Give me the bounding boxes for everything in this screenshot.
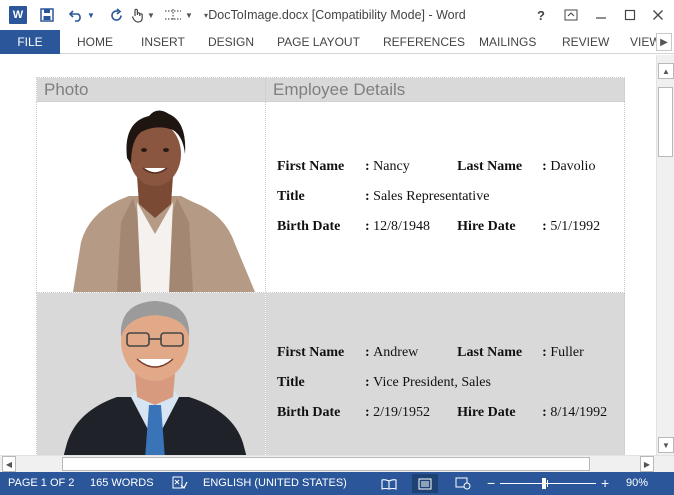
maximize-icon[interactable] <box>617 4 643 26</box>
print-layout-icon[interactable] <box>412 474 438 493</box>
ribbon-tabs: FILE HOME INSERT DESIGN PAGE LAYOUT REFE… <box>0 30 674 54</box>
zoom-out-button[interactable]: − <box>487 472 495 495</box>
scroll-left-icon[interactable]: ◀ <box>2 456 16 472</box>
vertical-scroll-thumb[interactable] <box>658 87 673 157</box>
zoom-slider-track[interactable] <box>500 483 596 484</box>
horizontal-scrollbar[interactable]: ◀ ▶ <box>0 455 674 472</box>
separator: : <box>365 159 370 174</box>
separator: : <box>365 189 370 204</box>
tab-references[interactable]: REFERENCES <box>383 30 465 54</box>
detail-row-dates: Birth Date : 2/19/1952 Hire Date : 8/14/… <box>277 398 624 428</box>
scroll-up-icon[interactable]: ▲ <box>658 63 674 79</box>
last-name-label: Last Name <box>457 345 523 360</box>
word-app-icon[interactable]: W <box>9 6 27 24</box>
borders-dropdown-icon[interactable]: ▼ <box>184 5 194 25</box>
tab-home[interactable]: HOME <box>77 30 113 54</box>
header-photo: Photo <box>36 77 266 102</box>
borders-icon[interactable] <box>162 5 184 25</box>
proofing-icon[interactable] <box>172 472 188 495</box>
customize-toolbar-icon[interactable]: ▾ <box>200 5 212 25</box>
photo-cell <box>36 101 266 293</box>
details-cell: First Name : Nancy Last Name : Davolio T… <box>265 101 625 293</box>
last-name-value: Davolio <box>550 159 596 174</box>
first-name-value: Nancy <box>373 159 410 174</box>
detail-row-dates: Birth Date : 12/8/1948 Hire Date : 5/1/1… <box>277 212 624 242</box>
birth-date-label: Birth Date <box>277 219 341 234</box>
detail-row-name: First Name : Nancy Last Name : Davolio <box>277 152 624 182</box>
save-icon[interactable] <box>38 5 56 25</box>
language-status[interactable]: ENGLISH (UNITED STATES) <box>203 472 347 495</box>
table-row: First Name : Nancy Last Name : Davolio T… <box>36 101 625 293</box>
title-value: Vice President, Sales <box>373 375 491 390</box>
employee-table: Photo Employee Details First Name: Nanc… <box>36 77 625 455</box>
separator: : <box>542 219 547 234</box>
horizontal-scroll-thumb[interactable] <box>62 457 590 471</box>
birth-date-value: 12/8/1948 <box>373 219 430 234</box>
separator: : <box>365 375 370 390</box>
repeat-icon[interactable] <box>106 5 126 25</box>
last-name-label: Last Name <box>457 159 523 174</box>
touch-mode-dropdown-icon[interactable]: ▼ <box>146 5 156 25</box>
detail-row-title: Title : Sales Representative <box>277 182 624 212</box>
birth-date-value: 2/19/1952 <box>373 405 430 420</box>
detail-row-title: Title : Vice President, Sales <box>277 368 624 398</box>
header-employee-details: Employee Details <box>265 77 625 102</box>
details-cell: First Name : Andrew Last Name : Fuller T… <box>265 292 625 455</box>
separator: : <box>365 345 370 360</box>
read-mode-icon[interactable] <box>376 474 402 493</box>
hire-date-value: 5/1/1992 <box>550 219 601 234</box>
separator: : <box>542 345 547 360</box>
title-label: Title <box>277 375 305 390</box>
vertical-scrollbar[interactable]: ▲ ▼ <box>656 55 674 455</box>
close-icon[interactable] <box>645 4 671 26</box>
touch-mode-icon[interactable] <box>128 5 146 25</box>
title-label: Title <box>277 189 305 204</box>
tab-page-layout[interactable]: PAGE LAYOUT <box>277 30 360 54</box>
title-bar: W ▼ ▼ ▼ ▾ DocToImage.docx [Compatibility… <box>0 0 674 30</box>
separator: : <box>365 219 370 234</box>
tab-file[interactable]: FILE <box>0 30 60 54</box>
separator: : <box>365 405 370 420</box>
undo-icon[interactable] <box>66 5 86 25</box>
detail-row-name: First Name : Andrew Last Name : Fuller <box>277 338 624 368</box>
minimize-icon[interactable] <box>588 4 614 26</box>
document-page[interactable]: Photo Employee Details First Name: Nanc… <box>0 55 656 455</box>
page-count[interactable]: PAGE 1 OF 2 <box>8 472 74 495</box>
photo-cell <box>36 292 266 455</box>
web-layout-icon[interactable] <box>450 474 476 493</box>
help-icon[interactable]: ? <box>528 4 554 26</box>
last-name-value: Fuller <box>550 345 584 360</box>
status-bar: PAGE 1 OF 2 165 WORDS ENGLISH (UNITED ST… <box>0 472 674 495</box>
scroll-right-icon[interactable]: ▶ <box>640 456 654 472</box>
ribbon-display-options-icon[interactable] <box>558 4 584 26</box>
zoom-slider-thumb[interactable] <box>542 478 546 489</box>
first-name-value: Andrew <box>373 345 419 360</box>
title-value: Sales Representative <box>373 189 490 204</box>
first-name-label: First Name <box>277 345 345 360</box>
zoom-level[interactable]: 90% <box>626 472 648 495</box>
separator: : <box>542 159 547 174</box>
table-row: First Name : Andrew Last Name : Fuller T… <box>36 292 625 455</box>
word-count[interactable]: 165 WORDS <box>90 472 154 495</box>
hire-date-label: Hire Date <box>457 405 516 420</box>
tab-design[interactable]: DESIGN <box>208 30 254 54</box>
separator: : <box>542 405 547 420</box>
employee-photo-1 <box>73 110 255 292</box>
scroll-down-icon[interactable]: ▼ <box>658 437 674 453</box>
tab-mailings[interactable]: MAILINGS <box>479 30 536 54</box>
birth-date-label: Birth Date <box>277 405 341 420</box>
zoom-in-button[interactable]: + <box>601 472 609 495</box>
ribbon-scroll-right-icon[interactable]: ▶ <box>656 33 672 51</box>
zoom-slider-center-mark <box>547 480 548 487</box>
undo-dropdown-icon[interactable]: ▼ <box>86 5 96 25</box>
tab-review[interactable]: REVIEW <box>562 30 609 54</box>
hire-date-label: Hire Date <box>457 219 516 234</box>
employee-photo-2 <box>63 301 247 455</box>
first-name-label: First Name <box>277 159 345 174</box>
tab-insert[interactable]: INSERT <box>141 30 185 54</box>
hire-date-value: 8/14/1992 <box>550 405 608 420</box>
